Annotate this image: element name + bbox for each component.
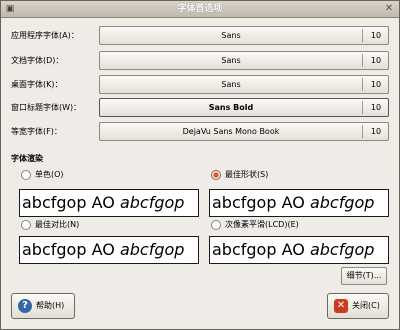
font-name: Sans Bold bbox=[208, 103, 254, 112]
details-button[interactable]: 细节(T)... bbox=[341, 267, 387, 285]
help-button[interactable]: ? 帮助(H) bbox=[11, 293, 75, 319]
divider bbox=[362, 125, 363, 138]
font-name: DejaVu Sans Mono Book bbox=[182, 127, 280, 136]
font-button-application[interactable]: Sans 10 bbox=[99, 26, 389, 45]
font-size: 10 bbox=[370, 80, 382, 89]
font-row-document: 文档字体(D)： Sans 10 bbox=[11, 51, 389, 70]
font-row-desktop: 桌面字体(K)： Sans 10 bbox=[11, 75, 389, 94]
preview-text: abcfgop AO bbox=[22, 240, 115, 259]
titlebar[interactable]: ▣ 字体首选项 ✕ bbox=[1, 1, 399, 18]
font-preferences-window: ▣ 字体首选项 ✕ 应用程序字体(A)： Sans 10 文档字体(D)： Sa… bbox=[0, 0, 400, 330]
preview-subpixel-lcd: abcfgop AO abcfgop bbox=[209, 236, 389, 264]
font-button-window-title[interactable]: Sans Bold 10 bbox=[99, 98, 389, 117]
font-row-monospace: 等宽字体(F)： DejaVu Sans Mono Book 10 bbox=[11, 122, 389, 141]
radio-indicator[interactable] bbox=[211, 220, 221, 230]
radio-label: 次像素平滑(LCD)(E) bbox=[225, 220, 299, 229]
divider bbox=[362, 29, 363, 42]
close-icon: ✕ bbox=[334, 299, 348, 313]
font-name: Sans bbox=[221, 56, 241, 65]
font-label-application: 应用程序字体(A)： bbox=[11, 31, 79, 40]
help-button-label: 帮助(H) bbox=[36, 301, 65, 310]
radio-label: 最佳对比(N) bbox=[35, 220, 80, 229]
font-label-document: 文档字体(D)： bbox=[11, 56, 64, 65]
font-label-monospace: 等宽字体(F)： bbox=[11, 127, 62, 136]
radio-label: 单色(O) bbox=[35, 170, 64, 179]
divider bbox=[362, 101, 363, 114]
font-size: 10 bbox=[370, 127, 382, 136]
font-button-monospace[interactable]: DejaVu Sans Mono Book 10 bbox=[99, 122, 389, 141]
font-size: 10 bbox=[370, 56, 382, 65]
preview-text-italic: abcfgop bbox=[309, 193, 375, 212]
font-name: Sans bbox=[221, 31, 241, 40]
preview-text-italic: abcfgop bbox=[119, 193, 185, 212]
preview-text: abcfgop AO bbox=[22, 193, 115, 212]
font-size: 10 bbox=[370, 31, 382, 40]
radio-label: 最佳形状(S) bbox=[225, 170, 269, 179]
close-button[interactable]: ✕ 关闭(C) bbox=[327, 293, 389, 319]
preview-monochrome: abcfgop AO abcfgop bbox=[19, 189, 199, 217]
font-button-desktop[interactable]: Sans 10 bbox=[99, 75, 389, 94]
radio-indicator[interactable] bbox=[21, 220, 31, 230]
help-icon: ? bbox=[18, 299, 32, 313]
rendering-section-title: 字体渲染 bbox=[11, 154, 43, 163]
preview-text-italic: abcfgop bbox=[309, 240, 375, 259]
preview-best-shapes: abcfgop AO abcfgop bbox=[209, 189, 389, 217]
close-button-label: 关闭(C) bbox=[352, 301, 380, 310]
font-label-window-title: 窗口标题字体(W)： bbox=[11, 103, 82, 112]
font-label-desktop: 桌面字体(K)： bbox=[11, 80, 63, 89]
preview-best-contrast: abcfgop AO abcfgop bbox=[19, 236, 199, 264]
font-row-window-title: 窗口标题字体(W)： Sans Bold 10 bbox=[11, 98, 389, 117]
font-name: Sans bbox=[221, 80, 241, 89]
window-title: 字体首选项 bbox=[177, 4, 223, 14]
radio-indicator[interactable] bbox=[21, 170, 31, 180]
preview-text: abcfgop AO bbox=[212, 240, 305, 259]
font-size: 10 bbox=[370, 103, 382, 112]
font-button-document[interactable]: Sans 10 bbox=[99, 51, 389, 70]
divider bbox=[362, 78, 363, 91]
font-row-application: 应用程序字体(A)： Sans 10 bbox=[11, 26, 389, 45]
preview-text: abcfgop AO bbox=[212, 193, 305, 212]
divider bbox=[362, 54, 363, 67]
radio-indicator-checked[interactable] bbox=[211, 170, 221, 180]
preview-text-italic: abcfgop bbox=[119, 240, 185, 259]
window-close-icon[interactable]: ✕ bbox=[383, 3, 395, 15]
